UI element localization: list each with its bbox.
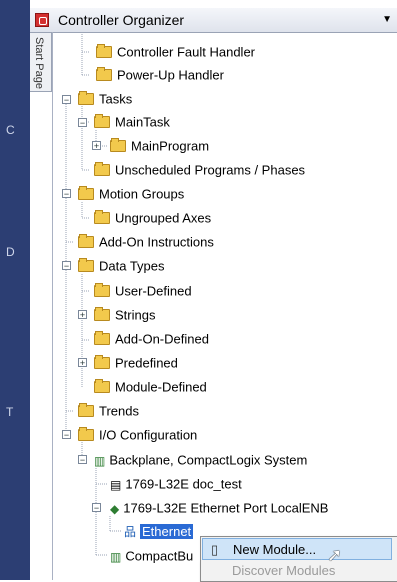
datatype-folder-icon <box>94 330 110 345</box>
controller-module-icon: ▤ <box>110 477 122 492</box>
datatype-folder-icon <box>94 282 110 297</box>
tree-item-label: MainTask <box>115 114 170 130</box>
collapse-icon[interactable]: − <box>78 118 87 128</box>
tree-item-label: Predefined <box>115 355 178 371</box>
new-module-icon: ▯ <box>211 542 219 557</box>
backplane-icon: ▥ <box>94 453 106 468</box>
collapse-icon[interactable]: − <box>62 430 71 440</box>
tree-item-controller-fault-handler[interactable]: Controller Fault Handler <box>96 41 255 63</box>
datatype-folder-icon <box>94 354 110 369</box>
menu-item-label: Discover Modules <box>232 563 336 578</box>
folder-icon <box>78 233 94 248</box>
tree-item-label: 1769-L32E doc_test <box>125 476 242 492</box>
tree-item-compactbus[interactable]: ▥ CompactBu <box>110 545 193 567</box>
tree-item-ethernet[interactable]: 品 Ethernet <box>124 520 194 542</box>
folder-icon <box>96 66 112 81</box>
collapse-icon[interactable]: − <box>92 503 101 513</box>
tree-item-ethernet-port[interactable]: ◆ 1769-L32E Ethernet Port LocalENB <box>110 497 328 519</box>
tree-item-ungrouped-axes[interactable]: Ungrouped Axes <box>94 207 211 229</box>
folder-icon <box>78 426 94 441</box>
folder-icon <box>96 43 112 58</box>
collapse-icon[interactable]: − <box>62 95 71 105</box>
tree-item-io-configuration[interactable]: I/O Configuration <box>78 424 197 446</box>
tree-item-predefined[interactable]: Predefined <box>94 352 178 374</box>
mouse-pointer-icon: ➚ <box>327 545 343 565</box>
tree-item-label: MainProgram <box>131 138 210 154</box>
menu-item-discover-modules[interactable]: Discover Modules <box>202 560 392 582</box>
folder-icon <box>78 185 94 200</box>
tree-item-mainprogram[interactable]: MainProgram <box>110 135 209 157</box>
folder-icon <box>94 209 110 224</box>
collapse-icon[interactable]: − <box>62 261 71 271</box>
folder-icon <box>78 402 94 417</box>
collapse-icon[interactable]: − <box>78 455 87 465</box>
tree-item-label: Module-Defined <box>115 379 207 395</box>
tree-item-label: 1769-L32E Ethernet Port LocalENB <box>123 500 329 516</box>
tree-item-label: Data Types <box>99 258 165 274</box>
tree-item-add-on-instructions[interactable]: Add-On Instructions <box>78 231 214 253</box>
tree-item-label: Ethernet <box>140 523 194 539</box>
tree-item-label: User-Defined <box>115 283 192 299</box>
tree-item-label: Backplane, CompactLogix System <box>109 452 308 468</box>
folder-icon <box>78 90 94 105</box>
tree-item-label: Tasks <box>99 91 133 107</box>
tree-item-label: Strings <box>115 307 156 323</box>
tree-item-label: Motion Groups <box>99 186 185 202</box>
tree-item-strings[interactable]: Strings <box>94 304 155 326</box>
tree-item-label: Unscheduled Programs / Phases <box>115 162 306 178</box>
tree-item-label: Power-Up Handler <box>117 67 224 83</box>
network-icon: 品 <box>124 524 137 539</box>
tree-item-maintask[interactable]: MainTask <box>94 111 170 133</box>
menu-item-label: New Module... <box>233 542 317 557</box>
expand-icon[interactable]: + <box>78 310 87 320</box>
tree-item-label: Add-On-Defined <box>115 331 209 347</box>
collapse-icon[interactable]: − <box>62 189 71 199</box>
compactbus-icon: ▥ <box>110 549 122 564</box>
tree-item-user-defined[interactable]: User-Defined <box>94 280 192 302</box>
folder-icon <box>78 257 94 272</box>
tree-item-tasks[interactable]: Tasks <box>78 88 132 110</box>
tree-item-label: CompactBu <box>125 548 194 564</box>
tree-item-label: Ungrouped Axes <box>115 210 212 226</box>
tree-item-backplane[interactable]: ▥ Backplane, CompactLogix System <box>94 449 307 471</box>
expand-icon[interactable]: + <box>92 141 101 151</box>
tree-item-label: Trends <box>99 403 139 419</box>
folder-icon <box>94 161 110 176</box>
ethernet-port-icon: ◆ <box>110 501 120 516</box>
tree-item-data-types[interactable]: Data Types <box>78 255 165 277</box>
tree-item-add-on-defined[interactable]: Add-On-Defined <box>94 328 209 350</box>
tree-item-motion-groups[interactable]: Motion Groups <box>78 183 184 205</box>
menu-item-new-module[interactable]: ▯ New Module... <box>202 538 392 560</box>
tree-item-label: Add-On Instructions <box>99 234 214 250</box>
program-icon <box>110 137 126 152</box>
tree-item-label: I/O Configuration <box>99 427 198 443</box>
tree-item-module-defined[interactable]: Module-Defined <box>94 376 207 398</box>
datatype-folder-icon <box>94 306 110 321</box>
datatype-folder-icon <box>94 378 110 393</box>
task-icon <box>94 113 110 128</box>
tree-item-controller-module[interactable]: ▤ 1769-L32E doc_test <box>110 473 242 495</box>
tree-item-label: Controller Fault Handler <box>117 44 256 60</box>
expand-icon[interactable]: + <box>78 358 87 368</box>
tree-item-trends[interactable]: Trends <box>78 400 139 422</box>
tree-item-unscheduled-programs[interactable]: Unscheduled Programs / Phases <box>94 159 305 181</box>
tree-item-power-up-handler[interactable]: Power-Up Handler <box>96 64 224 86</box>
